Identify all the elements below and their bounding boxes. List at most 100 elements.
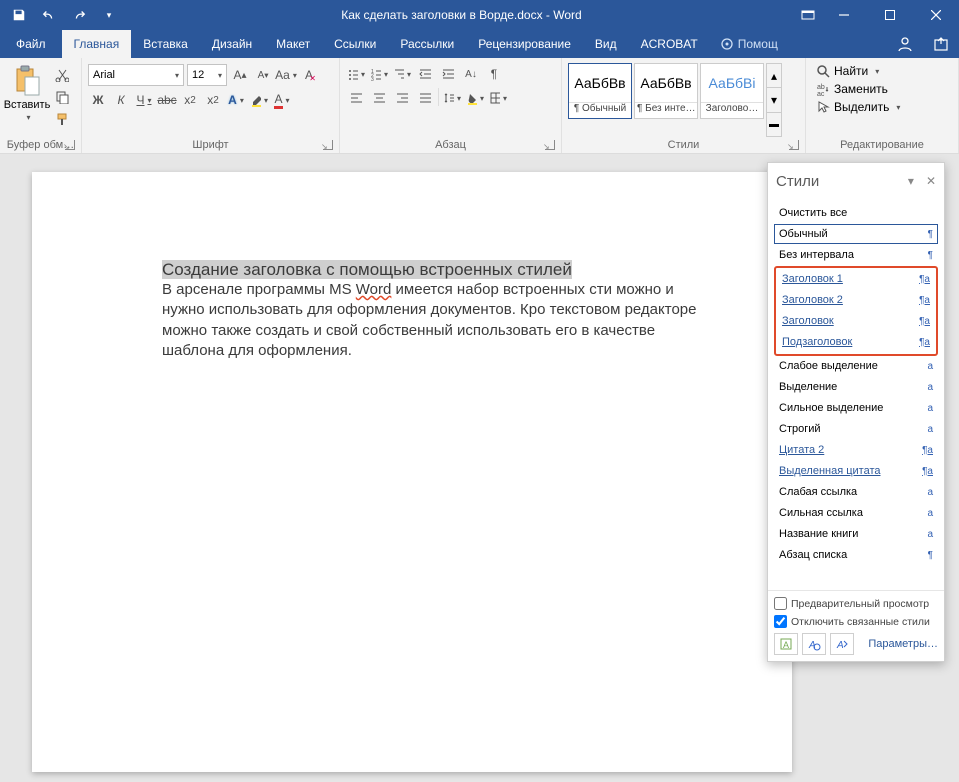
superscript-button[interactable]: x2	[203, 90, 223, 110]
bullets-button[interactable]: ▾	[346, 64, 366, 84]
disable-linked-checkbox[interactable]: Отключить связанные стили	[774, 615, 938, 628]
tab-design[interactable]: Дизайн	[200, 30, 264, 58]
style-inspector-button[interactable]: A	[802, 633, 826, 655]
show-marks-button[interactable]: ¶	[484, 64, 504, 84]
copy-button[interactable]	[52, 87, 72, 107]
justify-button[interactable]	[415, 88, 435, 108]
styles-expand[interactable]: ▬	[767, 113, 781, 136]
font-name-combo[interactable]: Arial▾	[88, 64, 184, 86]
style-item-intense-ref[interactable]: Сильная ссылкаa	[774, 503, 938, 523]
save-button[interactable]	[6, 2, 32, 28]
increase-indent-button[interactable]	[438, 64, 458, 84]
style-item-subtle-ref[interactable]: Слабая ссылкаa	[774, 482, 938, 502]
ribbon-options-button[interactable]	[801, 10, 815, 20]
style-item-subtitle[interactable]: Подзаголовок¶a	[777, 332, 935, 352]
find-button[interactable]: Найти▾	[812, 63, 883, 79]
paste-button[interactable]: Вставить▾	[6, 61, 48, 122]
styles-scroll-down[interactable]: ▾	[767, 88, 781, 112]
styles-pane: Стили ▾ ✕ Очистить все Обычный¶ Без инте…	[767, 162, 945, 662]
font-launcher[interactable]	[323, 140, 333, 150]
select-button[interactable]: Выделить▾	[812, 99, 904, 115]
new-style-button[interactable]: A	[774, 633, 798, 655]
align-center-button[interactable]	[369, 88, 389, 108]
bold-button[interactable]: Ж	[88, 90, 108, 110]
increase-font-button[interactable]: A▴	[230, 65, 250, 85]
font-color-button[interactable]: A▾	[272, 90, 292, 110]
style-item-title[interactable]: Заголовок¶a	[777, 311, 935, 331]
style-item-clear[interactable]: Очистить все	[774, 203, 938, 223]
text-effects-button[interactable]: A▾	[226, 90, 246, 110]
clipboard-launcher[interactable]	[65, 140, 75, 150]
decrease-indent-button[interactable]	[415, 64, 435, 84]
font-size-combo[interactable]: 12▾	[187, 64, 227, 86]
clear-formatting-button[interactable]: A✕	[299, 65, 319, 85]
tell-me[interactable]: Помощ	[710, 30, 788, 58]
tab-acrobat[interactable]: ACROBAT	[629, 30, 710, 58]
group-editing: Найти▾ abacЗаменить Выделить▾ Редактиров…	[806, 58, 959, 153]
styles-scroll-up[interactable]: ▴	[767, 64, 781, 88]
style-item-list-paragraph[interactable]: Абзац списка¶	[774, 545, 938, 565]
style-item-normal[interactable]: Обычный¶	[774, 224, 938, 244]
maximize-button[interactable]	[867, 0, 913, 30]
tab-view[interactable]: Вид	[583, 30, 629, 58]
shading-button[interactable]: ▾	[465, 88, 485, 108]
tab-mailings[interactable]: Рассылки	[388, 30, 466, 58]
cut-button[interactable]	[52, 65, 72, 85]
window-controls	[821, 0, 959, 30]
tab-layout[interactable]: Макет	[264, 30, 322, 58]
style-item-subtle-emphasis[interactable]: Слабое выделениеa	[774, 356, 938, 376]
replace-button[interactable]: abacЗаменить	[812, 81, 892, 97]
align-left-button[interactable]	[346, 88, 366, 108]
qat-customize[interactable]: ▾	[96, 2, 122, 28]
share-icon[interactable]	[933, 36, 949, 52]
style-item-intense-quote[interactable]: Выделенная цитата¶a	[774, 461, 938, 481]
parameters-link[interactable]: Параметры…	[868, 638, 938, 650]
tab-insert[interactable]: Вставка	[131, 30, 200, 58]
group-label-editing: Редактирование	[812, 137, 952, 151]
style-no-spacing[interactable]: АаБбВв¶ Без инте…	[634, 63, 698, 119]
tab-review[interactable]: Рецензирование	[466, 30, 583, 58]
style-item-nospacing[interactable]: Без интервала¶	[774, 245, 938, 265]
style-item-intense-emphasis[interactable]: Сильное выделениеa	[774, 398, 938, 418]
document-content[interactable]: Создание заголовка с помощью встроенных …	[162, 260, 702, 361]
minimize-button[interactable]	[821, 0, 867, 30]
decrease-font-button[interactable]: A▾	[253, 65, 273, 85]
undo-button[interactable]	[36, 2, 62, 28]
style-item-h2[interactable]: Заголовок 2¶a	[777, 290, 935, 310]
style-item-strong[interactable]: Строгийa	[774, 419, 938, 439]
subscript-button[interactable]: x2	[180, 90, 200, 110]
multilevel-list-button[interactable]: ▾	[392, 64, 412, 84]
account-icon[interactable]	[897, 36, 913, 52]
styles-launcher[interactable]	[789, 140, 799, 150]
tab-references[interactable]: Ссылки	[322, 30, 388, 58]
style-item-quote2[interactable]: Цитата 2¶a	[774, 440, 938, 460]
manage-styles-button[interactable]: A	[830, 633, 854, 655]
underline-button[interactable]: Ч▾	[134, 90, 154, 110]
strikethrough-button[interactable]: abc	[157, 90, 177, 110]
style-normal[interactable]: АаБбВв¶ Обычный	[568, 63, 632, 119]
pane-close-icon[interactable]: ✕	[926, 174, 936, 188]
style-item-h1[interactable]: Заголовок 1¶a	[777, 269, 935, 289]
borders-button[interactable]: ▾	[488, 88, 508, 108]
pane-options-icon[interactable]: ▾	[908, 174, 914, 188]
style-item-book-title[interactable]: Название книгиa	[774, 524, 938, 544]
line-spacing-button[interactable]: ▾	[442, 88, 462, 108]
page[interactable]: Создание заголовка с помощью встроенных …	[32, 172, 792, 772]
sort-button[interactable]: A↓	[461, 64, 481, 84]
redo-button[interactable]	[66, 2, 92, 28]
svg-text:A: A	[783, 640, 789, 650]
paragraph-launcher[interactable]	[545, 140, 555, 150]
style-item-emphasis[interactable]: Выделениеa	[774, 377, 938, 397]
change-case-button[interactable]: Aa▾	[276, 65, 296, 85]
tab-file[interactable]: Файл	[0, 30, 62, 58]
close-button[interactable]	[913, 0, 959, 30]
align-right-button[interactable]	[392, 88, 412, 108]
format-painter-button[interactable]	[52, 109, 72, 129]
highlight-button[interactable]: ▾	[249, 90, 269, 110]
italic-button[interactable]: К	[111, 90, 131, 110]
preview-checkbox[interactable]: Предварительный просмотр	[774, 597, 938, 610]
pane-footer: Предварительный просмотр Отключить связа…	[768, 590, 944, 661]
tab-home[interactable]: Главная	[62, 30, 132, 58]
style-heading1[interactable]: АаБбВіЗаголово…	[700, 63, 764, 119]
numbering-button[interactable]: 123▾	[369, 64, 389, 84]
